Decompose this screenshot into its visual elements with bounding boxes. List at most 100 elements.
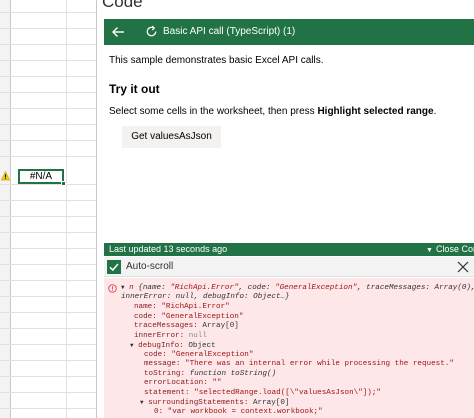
log-key: errorLocation: [144,379,213,387]
sample-header-bar: Basic API call (TypeScript) (1) [104,19,474,45]
log-line: innerError: null, debugInfo: Object…} [121,293,290,301]
log-value: "There was an internal error while proce… [185,360,454,368]
log-key: 0: [154,407,168,416]
row-gridline [0,200,96,201]
log-value: "var workbook = context.workbook;" [167,407,323,416]
log-value: "" [212,379,222,387]
log-line: toString: function toString() [144,370,276,379]
row-gridline [0,140,96,141]
refresh-icon[interactable] [144,24,159,39]
row-gridline [0,296,96,297]
log-text: , traceMessages: Array(0), [357,284,474,292]
autoscroll-bar: Auto-scroll [104,257,474,277]
log-line: innerError: null [134,332,207,341]
row-gridline [0,184,96,185]
last-updated-text: Last updated 13 seconds ago [109,244,228,254]
log-key: code: [134,312,162,321]
autoscroll-label: Auto-scroll [126,261,174,272]
close-icon[interactable] [456,260,470,274]
log-value: "selectedRange.load([\"valuesAsJson\"]);… [194,388,381,397]
instructions-suffix: . [433,106,437,117]
checkmark-icon[interactable] [107,260,121,274]
log-line: statement: "selectedRange.load([\"values… [144,389,381,398]
log-key: message: [144,360,186,368]
log-key: toString: [144,369,190,378]
log-value: Array[0] [252,399,290,407]
row-header-column[interactable] [0,0,11,418]
log-text: "GeneralException" [275,284,358,292]
error-circle-icon [108,284,117,293]
row-gridline [0,12,96,13]
log-line: name: "RichApi.Error" [134,303,230,312]
row-gridline [0,408,96,409]
expand-triangle-icon[interactable]: ▼ [130,342,134,349]
console-log[interactable]: ▼ n {name: "RichApi.Error", code: "Gener… [104,278,474,418]
log-value: "RichApi.Error" [161,303,230,311]
log-key: statement: [144,388,195,397]
log-text: , code: [238,284,276,292]
log-line: ▼ n {name: "RichApi.Error", code: "Gener… [121,283,474,293]
instructions-prefix: Select some cells in the worksheet, then… [109,106,318,117]
row-gridline [0,92,96,93]
log-key: name: [134,303,162,311]
sample-title: Basic API call (TypeScript) (1) [163,26,296,37]
row-gridline [0,248,96,249]
log-line: code: "GeneralException" [144,351,253,360]
log-line: code: "GeneralException" [134,313,243,322]
row-gridline [0,44,96,45]
row-gridline [0,312,96,313]
row-gridline [0,28,96,29]
worksheet-grid[interactable]: #N/A [0,0,96,418]
instructions-text: Select some cells in the worksheet, then… [109,106,436,117]
close-console-label: Close Cor [435,244,474,254]
log-key: traceMessages: [134,322,203,330]
log-key: debugInfo: [138,342,189,350]
log-line: 0: "var workbook = context.workbook;" [154,408,323,417]
caret-down-icon: ▼ [426,247,433,254]
log-value: null [188,331,207,340]
task-pane: Code Basic API call (TypeScript) (1) Thi… [96,0,474,418]
row-gridline [0,376,96,377]
close-console-button[interactable]: ▼ Close Cor [426,244,474,256]
row-gridline [0,156,96,157]
log-value: Array[0] [202,322,239,330]
get-values-as-json-button[interactable]: Get valuesAsJson [122,126,221,148]
log-line: message: "There was an internal error wh… [144,360,454,369]
fill-handle[interactable] [61,181,66,186]
warning-icon[interactable] [1,170,10,182]
log-value: function toString() [189,369,277,378]
row-gridline [0,60,96,61]
row-gridline [0,124,96,125]
row-gridline [0,280,96,281]
selected-cell[interactable]: #N/A [18,169,64,184]
arrow-left-icon[interactable] [110,24,126,40]
row-gridline [0,108,96,109]
try-it-out-heading: Try it out [109,82,160,96]
row-gridline [0,328,96,329]
log-key: surroundingStatements: [148,399,253,407]
log-line: errorLocation: "" [144,379,221,388]
row-gridline [0,76,96,77]
pane-title: Code [102,0,143,11]
row-gridline [0,344,96,345]
expand-triangle-icon[interactable]: ▼ [121,284,125,291]
sample-description: This sample demonstrates basic Excel API… [109,55,324,66]
log-line: traceMessages: Array[0] [134,322,239,331]
log-text: {name: [133,284,171,292]
log-value: "GeneralException" [171,350,254,359]
log-value: Object [188,342,216,350]
instructions-bold: Highlight selected range [317,106,434,117]
console-status-bar: Last updated 13 seconds ago ▼ Close Cor [104,243,474,256]
log-key: code: [144,350,172,359]
row-gridline [0,232,96,233]
log-key: innerError: [134,331,189,340]
row-gridline [0,392,96,393]
row-gridline [0,360,96,361]
cell-value: #N/A [29,171,53,182]
log-value: "GeneralException" [161,312,244,321]
log-text: "RichApi.Error" [170,284,239,292]
expand-triangle-icon[interactable]: ▼ [140,399,144,406]
column-gridline [66,0,67,418]
row-gridline [0,216,96,217]
row-gridline [0,264,96,265]
